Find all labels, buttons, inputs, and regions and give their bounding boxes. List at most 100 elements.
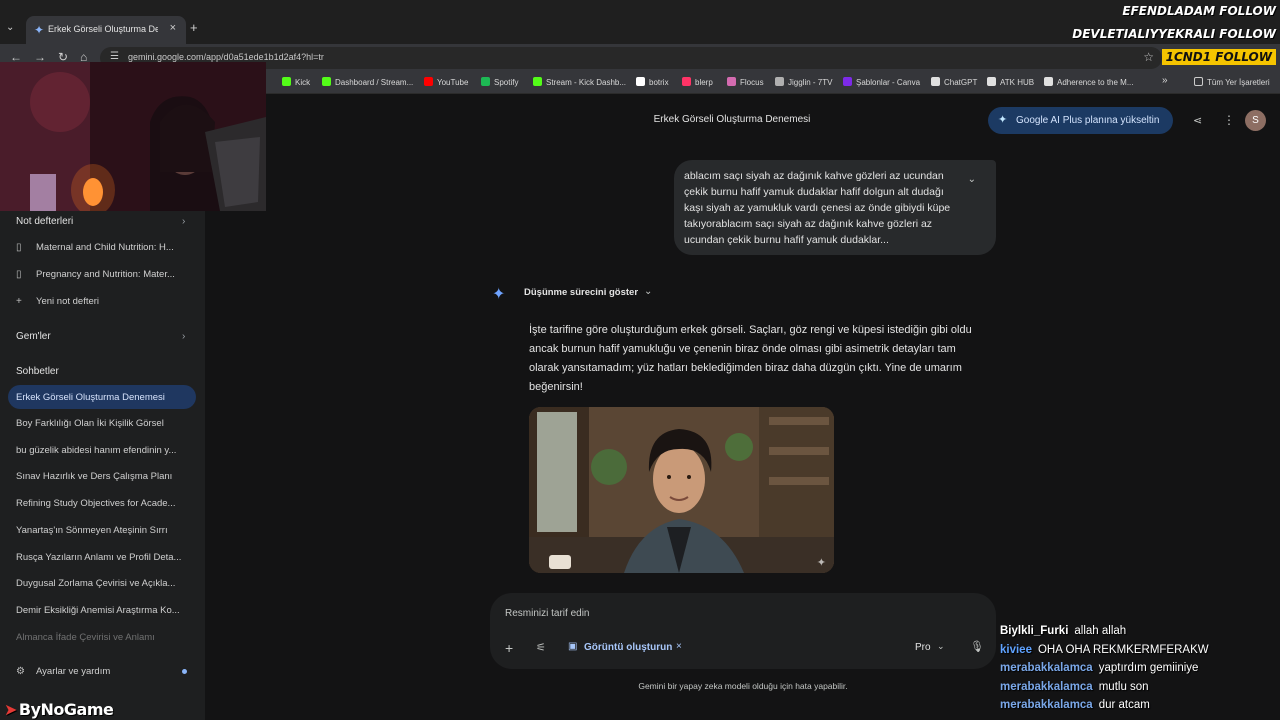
bookmark-favicon-icon xyxy=(533,77,542,86)
chat-item[interactable]: Demir Eksikliği Anemisi Araştırma Ko... xyxy=(16,605,196,616)
settings-label: Ayarlar ve yardım xyxy=(36,666,111,677)
conversation-title: Erkek Görseli Oluşturma Denemesi xyxy=(653,114,811,125)
bookmark-favicon-icon xyxy=(843,77,852,86)
bookmark-item[interactable]: Kick xyxy=(282,77,310,87)
chat-item-label: Erkek Görseli Oluşturma Denemesi xyxy=(16,392,165,403)
settings-button[interactable]: ⚙ Ayarlar ve yardım xyxy=(16,666,196,677)
watermark-label: ByNoGame xyxy=(18,700,114,719)
upgrade-plan-button[interactable]: ✦ Google AI Plus planına yükseltin xyxy=(988,107,1173,134)
bookmark-label: Jigglin - 7TV xyxy=(788,78,833,87)
remove-chip-icon[interactable]: × xyxy=(676,641,682,652)
gems-heading[interactable]: Gem'ler xyxy=(16,331,51,342)
bookmark-favicon-icon xyxy=(282,77,291,86)
disclaimer-text: Gemini bir yapay zeka modeli olduğu için… xyxy=(638,681,848,691)
url-text[interactable]: gemini.google.com/app/d0a51ede1b1d2af4?h… xyxy=(128,52,324,62)
user-message-text: ablacım saçı siyah az dağınık kahve gözl… xyxy=(684,170,951,246)
bookmark-label: Adherence to the M... xyxy=(1057,78,1134,87)
chat-item[interactable]: Rusça Yazıların Anlamı ve Profil Deta... xyxy=(16,552,196,563)
bookmark-label: ChatGPT xyxy=(944,78,978,87)
bookmark-item[interactable]: Stream - Kick Dashb... xyxy=(533,77,626,87)
chat-item[interactable]: Duygusal Zorlama Çevirisi ve Açıkla... xyxy=(16,578,196,589)
chat-item[interactable]: Yanartaş'ın Sönmeyen Ateşinin Sırrı xyxy=(16,525,196,536)
channel-watermark: ➤ ByNoGame xyxy=(4,700,114,719)
logo-icon: ➤ xyxy=(4,700,17,719)
new-notebook-button[interactable]: + Yeni not defteri xyxy=(16,296,196,307)
chat-item[interactable]: Boy Farklılığı Olan İki Kişilik Görsel xyxy=(16,418,196,429)
gemini-favicon-icon: ✦ xyxy=(34,23,45,37)
follow-alert: 1CND1 FOLLOW xyxy=(1161,49,1276,65)
chevron-down-icon[interactable]: ⌄ xyxy=(644,286,652,297)
prompt-composer[interactable]: Resminizi tarif edin + ⚟ ▣ Görüntü oluşt… xyxy=(490,593,996,669)
chat-item[interactable]: Sınav Hazırlık ve Ders Çalışma Planı xyxy=(16,471,196,482)
all-bookmarks-folder[interactable]: Tüm Yer İşaretleri xyxy=(1194,77,1270,87)
stream-chat-line: merabakkalamca mutlu son xyxy=(1000,681,1149,693)
notebooks-heading[interactable]: Not defterleri xyxy=(16,216,73,227)
bookmark-item[interactable]: Spotify xyxy=(481,77,518,87)
expand-chevron-icon[interactable]: ⌄ xyxy=(968,174,976,185)
chat-username: kiviee xyxy=(1000,643,1032,656)
stream-chat-line: merabakkalamca yaptırdım gemiiniye xyxy=(1000,662,1198,674)
bookmark-label: blerp xyxy=(695,78,713,87)
new-tab-button[interactable]: + xyxy=(190,20,198,35)
bookmarks-overflow-icon[interactable]: » xyxy=(1162,75,1168,86)
bookmark-item[interactable]: Jigglin - 7TV xyxy=(775,77,832,87)
bookmark-star-icon[interactable]: ☆ xyxy=(1143,50,1154,64)
bookmark-item[interactable]: Şablonlar - Canva xyxy=(843,77,920,87)
bookmark-item[interactable]: Flocus xyxy=(727,77,764,87)
bookmark-label: ATK HUB xyxy=(1000,78,1035,87)
site-info-icon[interactable]: ☰ xyxy=(110,51,119,62)
generated-portrait-image xyxy=(529,407,834,573)
webcam-overlay xyxy=(0,62,266,211)
image-icon: ▣ xyxy=(568,641,578,652)
notebook-item[interactable]: ▯ Pregnancy and Nutrition: Mater... xyxy=(16,269,196,280)
show-thinking-button[interactable]: Düşünme sürecini göster xyxy=(524,287,638,298)
follow-alert: EFENDLADAM FOLLOW xyxy=(1122,4,1276,18)
chat-item-active[interactable]: Erkek Görseli Oluşturma Denemesi xyxy=(8,385,196,409)
gems-chevron-icon[interactable]: › xyxy=(182,331,185,342)
create-image-chip[interactable]: ▣ Görüntü oluşturun × xyxy=(564,638,690,658)
bookmark-item[interactable]: ATK HUB xyxy=(987,77,1034,87)
chat-username: merabakkalamca xyxy=(1000,699,1093,711)
chat-username: merabakkalamca xyxy=(1000,662,1093,674)
browser-tab-active[interactable]: ✦ Erkek Görseli Oluşturma Denem × xyxy=(26,16,186,44)
bookmark-label: botrix xyxy=(649,78,669,87)
model-selector[interactable]: Pro xyxy=(915,642,931,653)
ai-sparkle-watermark-icon: ✦ xyxy=(816,557,826,569)
bookmark-label: Flocus xyxy=(740,78,764,87)
bookmark-item[interactable]: Adherence to the M... xyxy=(1044,77,1134,87)
chat-item[interactable]: Almanca İfade Çevirisi ve Anlamı xyxy=(16,632,196,643)
notebooks-chevron-icon[interactable]: › xyxy=(182,216,185,227)
bookmark-item[interactable]: YouTube xyxy=(424,77,468,87)
microphone-icon[interactable]: 🎙 xyxy=(970,640,984,653)
generated-image[interactable]: ✦ xyxy=(529,407,834,573)
bookmark-item[interactable]: ChatGPT xyxy=(931,77,977,87)
stream-chat-line: kiviee OHA OHA REKMKERMFERAKW xyxy=(1000,644,1209,656)
bookmark-label: Dashboard / Stream... xyxy=(335,78,414,87)
tab-search-icon[interactable]: ⌄ xyxy=(6,22,20,36)
notebook-icon: ▯ xyxy=(16,242,22,253)
tools-icon[interactable]: ⚟ xyxy=(536,641,546,654)
bookmark-item[interactable]: Dashboard / Stream... xyxy=(322,77,413,87)
bookmark-favicon-icon xyxy=(424,77,433,86)
chat-item[interactable]: Refining Study Objectives for Acade... xyxy=(16,498,196,509)
share-icon[interactable]: ⋖ xyxy=(1193,114,1202,127)
add-attachment-icon[interactable]: + xyxy=(505,640,513,656)
chat-message: OHA OHA REKMKERMFERAKW xyxy=(1037,643,1209,656)
chevron-down-icon[interactable]: ⌄ xyxy=(937,641,945,652)
bookmark-label: Spotify xyxy=(494,78,519,87)
bookmark-label: Stream - Kick Dashb... xyxy=(546,78,627,87)
avatar[interactable]: S xyxy=(1245,110,1266,131)
bookmark-item[interactable]: botrix xyxy=(636,77,669,87)
notebook-item[interactable]: ▯ Maternal and Child Nutrition: H... xyxy=(16,242,196,253)
chat-item[interactable]: bu güzelik abidesi hanım efendinin y... xyxy=(16,445,196,456)
chats-heading: Sohbetler xyxy=(16,366,59,377)
upgrade-plan-label: Google AI Plus planına yükseltin xyxy=(1016,115,1160,126)
more-options-icon[interactable]: ⋮ xyxy=(1223,113,1235,127)
bookmark-item[interactable]: blerp xyxy=(682,77,713,87)
bookmark-favicon-icon xyxy=(481,77,490,86)
prompt-input[interactable]: Resminizi tarif edin xyxy=(505,608,589,619)
chat-message: dur atcam xyxy=(1098,699,1150,711)
user-message-bubble: ablacım saçı siyah az dağınık kahve gözl… xyxy=(674,160,996,255)
tab-close-icon[interactable]: × xyxy=(170,22,176,34)
bookmark-favicon-icon xyxy=(987,77,996,86)
